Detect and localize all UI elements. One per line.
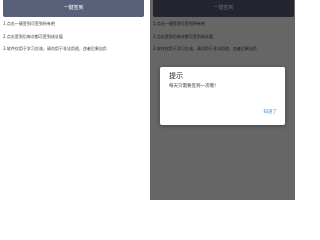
one-click-sign-button[interactable]: 一键签到 [3,0,144,17]
instruction-item: 1.点击一键签到可签到所有吧 [3,21,55,26]
dialog-title: 提示 [169,72,183,80]
instruction-item: 3.软件仅用于学习交流，请勿用于非法用途，违者后果自负 [3,46,107,51]
screenshot-stage: 一键签到 1.点击一键签到可签到所有吧 2.点击签到后每次都可签到成长值 3.软… [0,0,300,200]
dialog-confirm-button[interactable]: 知道了 [264,110,278,116]
dialog-message: 每天只需要签到一次哦！ [169,84,219,89]
instructions-list: 1.点击一键签到可签到所有吧 2.点击签到后每次都可签到成长值 3.软件仅用于学… [3,21,143,60]
screen-main: 一键签到 1.点击一键签到可签到所有吧 2.点击签到后每次都可签到成长值 3.软… [0,0,145,200]
instruction-item: 2.点击签到后每次都可签到成长值 [3,33,63,39]
alert-dialog: 提示 每天只需要签到一次哦！ 知道了 [160,67,285,125]
screen-with-dialog: 一键签到 1.点击一键签到可签到所有吧 2.点击签到后每次都可签到成长值 3.软… [150,0,295,200]
